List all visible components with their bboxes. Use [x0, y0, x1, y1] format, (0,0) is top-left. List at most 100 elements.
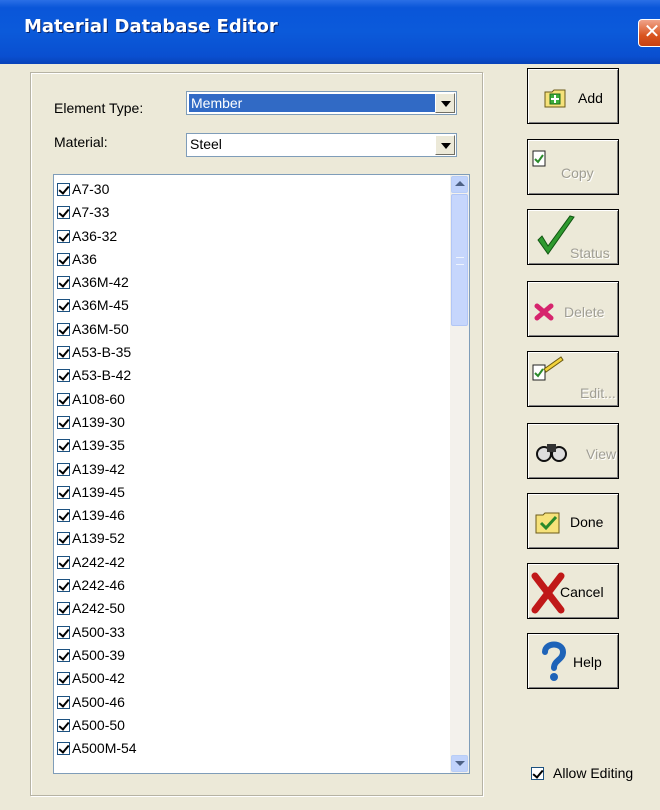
list-item[interactable]: A53-B-35	[54, 341, 434, 364]
checkbox[interactable]	[57, 742, 70, 756]
checkbox[interactable]	[57, 648, 70, 662]
list-item-label: A7-30	[72, 181, 110, 197]
chevron-down-icon[interactable]	[435, 93, 455, 113]
allow-editing-checkbox[interactable]	[531, 767, 544, 780]
close-button[interactable]: ✕	[638, 19, 660, 47]
list-item[interactable]: A242-46	[54, 574, 434, 597]
list-item-label: A139-42	[72, 460, 125, 477]
checkbox[interactable]	[57, 718, 70, 732]
list-item-label: A7-33	[72, 204, 110, 221]
vertical-scrollbar[interactable]	[450, 175, 469, 773]
done-icon	[535, 512, 560, 534]
status-label: Status	[570, 245, 610, 261]
materials-list: A7-30 A7-33 A36-32 A36 A36M-42 A36M-45 A36M-50…	[54, 178, 434, 760]
list-item[interactable]: A242-42	[54, 551, 434, 574]
checkbox[interactable]	[57, 369, 70, 383]
list-item[interactable]: A7-30	[54, 178, 434, 201]
list-item[interactable]: A500-39	[54, 644, 434, 667]
list-item[interactable]: A139-35	[54, 434, 434, 457]
done-button[interactable]: Done	[527, 493, 619, 549]
list-item-label: A500M-54	[72, 740, 137, 757]
checkbox[interactable]	[57, 579, 70, 593]
add-icon	[544, 89, 566, 108]
scroll-down-button[interactable]	[451, 755, 468, 772]
list-item[interactable]: A36M-42	[54, 271, 434, 294]
list-item-label: A139-52	[72, 530, 125, 547]
checkbox[interactable]	[57, 532, 70, 546]
list-item-label: A53-B-42	[72, 367, 132, 384]
material-dropdown[interactable]: Steel	[186, 133, 457, 157]
checkbox[interactable]	[57, 346, 70, 360]
list-item[interactable]: A500-42	[54, 667, 434, 690]
add-button[interactable]: Add	[527, 68, 619, 124]
list-item[interactable]: A36M-45	[54, 294, 434, 317]
checkbox[interactable]	[57, 439, 70, 453]
list-item[interactable]: A139-42	[54, 458, 434, 481]
list-item-label: A500-33	[72, 623, 125, 640]
list-item[interactable]: A53-B-42	[54, 364, 434, 387]
list-item[interactable]: A500-46	[54, 691, 434, 714]
checkbox[interactable]	[57, 206, 70, 220]
checkbox[interactable]	[57, 252, 70, 266]
list-item[interactable]: A139-45	[54, 481, 434, 504]
list-item[interactable]: A108-60	[54, 388, 434, 411]
checkbox[interactable]	[57, 695, 70, 709]
checkbox[interactable]	[57, 462, 70, 476]
help-button[interactable]: Help	[527, 633, 619, 689]
view-button[interactable]: View	[527, 423, 619, 479]
chevron-down-icon[interactable]	[435, 135, 455, 155]
cancel-label: Cancel	[560, 584, 604, 600]
list-item[interactable]: A36-32	[54, 225, 434, 248]
help-label: Help	[573, 654, 602, 670]
checkbox[interactable]	[57, 229, 70, 243]
cancel-button[interactable]: Cancel	[527, 563, 619, 619]
add-label: Add	[578, 90, 603, 106]
status-button[interactable]: Status	[527, 209, 619, 265]
edit-button[interactable]: Edit...	[527, 351, 619, 407]
help-question-icon	[542, 641, 567, 681]
list-item-label: A242-46	[72, 577, 125, 594]
scroll-up-button[interactable]	[451, 176, 468, 193]
checkbox[interactable]	[57, 602, 70, 616]
element-type-dropdown[interactable]: Member	[186, 91, 457, 115]
checkbox[interactable]	[57, 625, 70, 639]
material-label: Material:	[54, 134, 108, 150]
list-item[interactable]: A36M-50	[54, 318, 434, 341]
title-bar[interactable]: Material Database Editor ✕	[0, 0, 660, 64]
checkbox[interactable]	[57, 415, 70, 429]
materials-listbox[interactable]: A7-30 A7-33 A36-32 A36 A36M-42 A36M-45 A36M-50…	[53, 174, 470, 774]
checkbox[interactable]	[57, 509, 70, 523]
list-item[interactable]: A242-50	[54, 597, 434, 620]
edit-pencil-icon	[532, 356, 564, 381]
list-item[interactable]: A500M-54	[54, 737, 434, 760]
list-item[interactable]: A500-50	[54, 714, 434, 737]
list-item-label: A139-30	[72, 413, 125, 430]
list-item-label: A36M-50	[72, 320, 129, 337]
list-item[interactable]: A139-46	[54, 504, 434, 527]
checkbox[interactable]	[57, 485, 70, 499]
scroll-thumb[interactable]	[451, 194, 468, 326]
list-item-label: A500-39	[72, 646, 125, 663]
list-item-label: A36M-42	[72, 274, 129, 291]
list-item[interactable]: A139-30	[54, 411, 434, 434]
view-binoculars-icon	[536, 444, 567, 462]
checkbox[interactable]	[57, 555, 70, 569]
list-item-label: A139-46	[72, 507, 125, 524]
checkbox[interactable]	[57, 183, 70, 196]
list-item[interactable]: A7-33	[54, 201, 434, 224]
delete-x-icon	[534, 303, 554, 321]
delete-button[interactable]: Delete	[527, 281, 619, 337]
copy-button[interactable]: Copy	[527, 139, 619, 195]
checkbox[interactable]	[57, 299, 70, 313]
checkbox[interactable]	[57, 322, 70, 336]
material-value: Steel	[190, 136, 222, 152]
list-item-label: A500-42	[72, 670, 125, 687]
checkbox[interactable]	[57, 276, 70, 290]
done-label: Done	[570, 514, 604, 530]
list-item[interactable]: A139-52	[54, 527, 434, 550]
checkbox[interactable]	[57, 672, 70, 686]
checkbox[interactable]	[57, 392, 70, 406]
list-item[interactable]: A36	[54, 248, 434, 271]
allow-editing-label: Allow Editing	[553, 765, 634, 781]
list-item[interactable]: A500-33	[54, 621, 434, 644]
